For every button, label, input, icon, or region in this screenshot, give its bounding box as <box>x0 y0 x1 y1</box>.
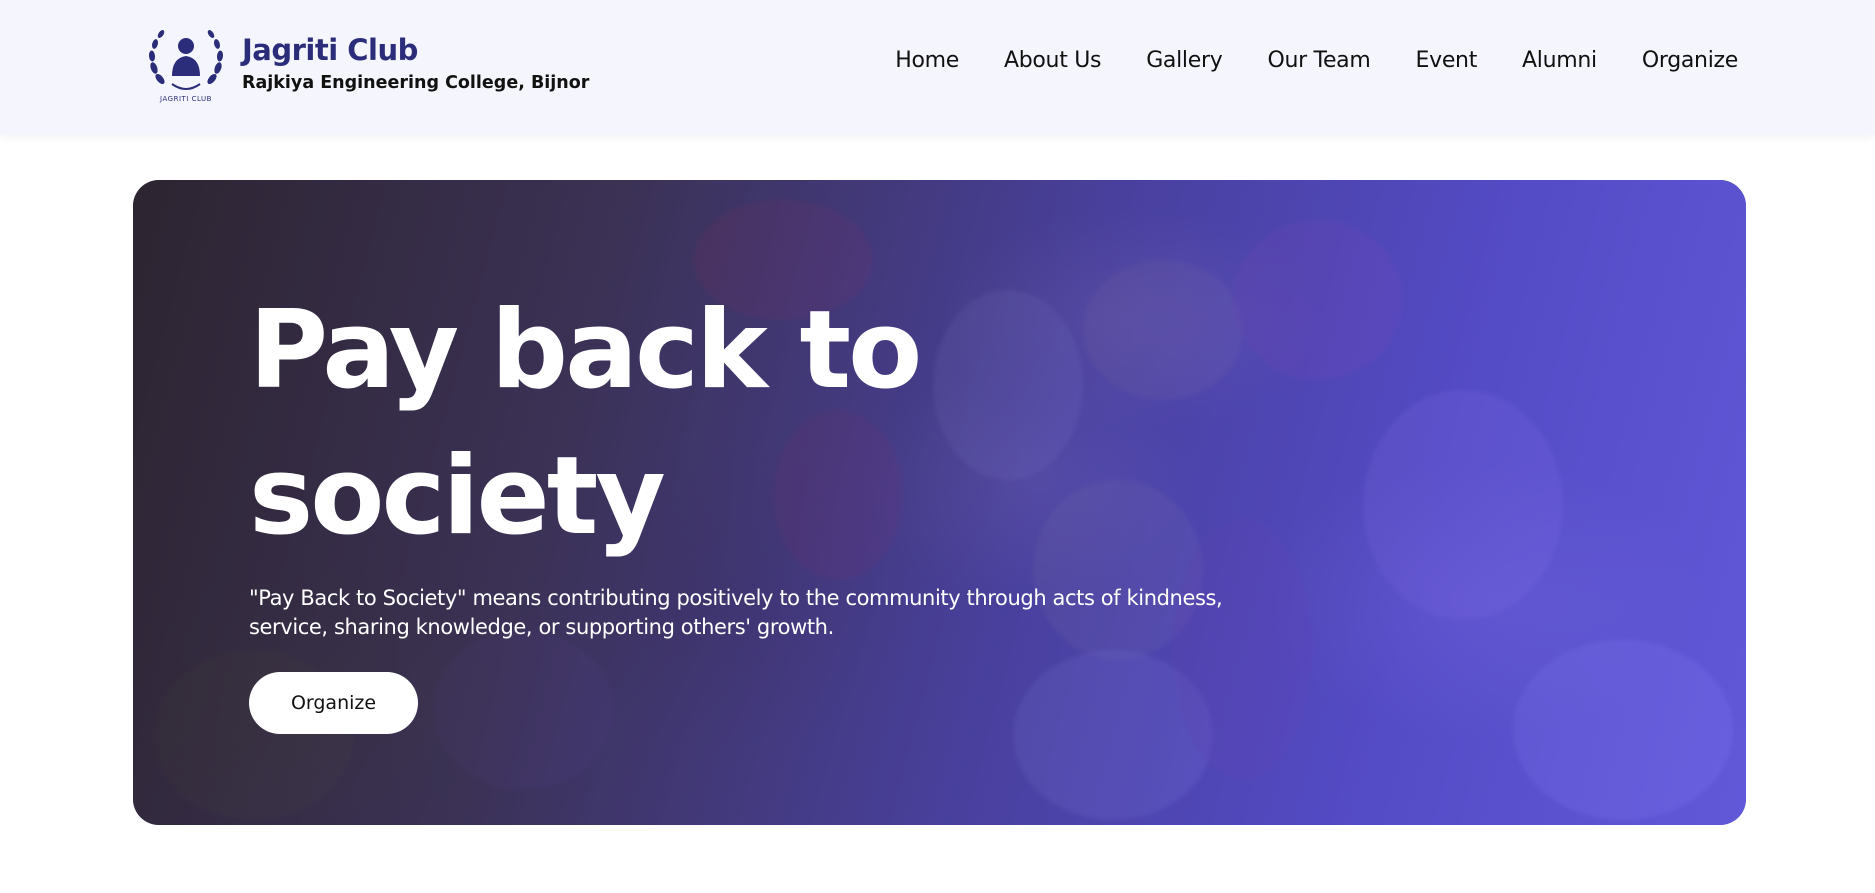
nav-alumni[interactable]: Alumni <box>1522 48 1597 73</box>
logo-caption: JAGRITI CLUB <box>159 95 212 103</box>
brand[interactable]: JAGRITI CLUB Jagriti Club Rajkiya Engine… <box>142 24 589 104</box>
nav-gallery[interactable]: Gallery <box>1146 48 1223 73</box>
brand-subtitle: Rajkiya Engineering College, Bijnor <box>242 72 590 93</box>
brand-title: Jagriti Club <box>242 33 418 68</box>
hero-description: "Pay Back to Society" means contributing… <box>249 586 1223 639</box>
hero-title: Pay back to society <box>249 288 922 559</box>
hero-banner: Pay back to society "Pay Back to Society… <box>133 180 1746 825</box>
club-logo-icon: JAGRITI CLUB <box>148 30 224 103</box>
nav-our-team[interactable]: Our Team <box>1267 48 1370 73</box>
nav-event[interactable]: Event <box>1416 48 1478 73</box>
organize-button[interactable]: Organize <box>249 672 418 734</box>
nav-home[interactable]: Home <box>895 48 959 73</box>
nav-about-us[interactable]: About Us <box>1004 48 1102 73</box>
site-header: JAGRITI CLUB Jagriti Club Rajkiya Engine… <box>0 0 1875 135</box>
main-nav: Home About Us Gallery Our Team Event Alu… <box>895 48 1738 73</box>
nav-organize[interactable]: Organize <box>1642 48 1738 73</box>
